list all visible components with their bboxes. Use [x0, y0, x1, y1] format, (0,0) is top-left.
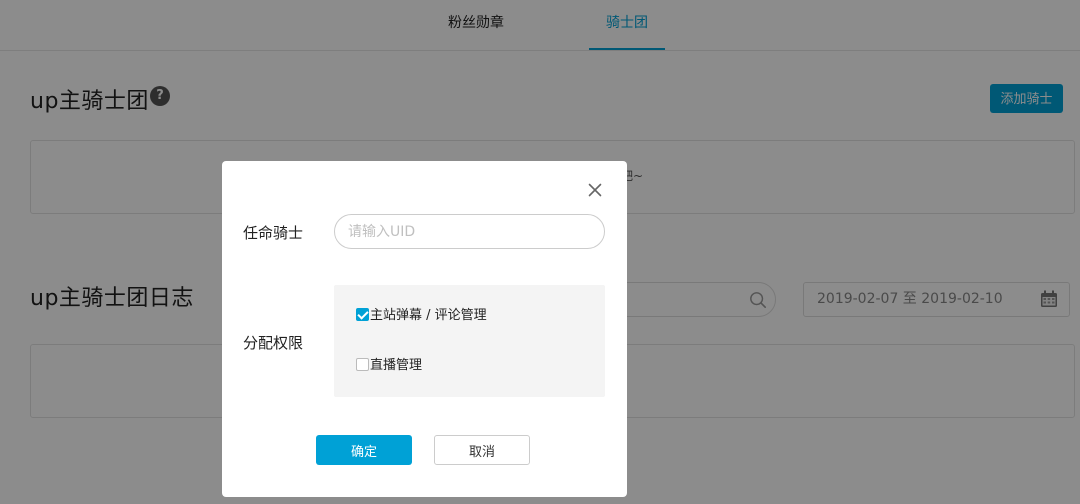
- checkbox-danmaku-comment[interactable]: [356, 308, 369, 321]
- permission-box: [334, 285, 605, 397]
- uid-input[interactable]: [334, 214, 605, 249]
- permission-danmaku-comment-label: 主站弹幕 / 评论管理: [370, 308, 487, 323]
- cancel-button[interactable]: 取消: [434, 435, 530, 465]
- permission-live-label: 直播管理: [370, 358, 423, 373]
- appoint-knight-dialog: 任命骑士 分配权限 主站弹幕 / 评论管理 直播管理 确定 取消: [222, 161, 627, 497]
- permission-live[interactable]: 直播管理: [356, 358, 422, 374]
- appoint-knight-label: 任命骑士: [243, 224, 304, 242]
- checkbox-live[interactable]: [356, 358, 369, 371]
- confirm-button[interactable]: 确定: [316, 435, 412, 465]
- permission-danmaku-comment[interactable]: 主站弹幕 / 评论管理: [356, 308, 487, 324]
- close-icon[interactable]: [588, 183, 602, 197]
- assign-permission-label: 分配权限: [243, 334, 304, 352]
